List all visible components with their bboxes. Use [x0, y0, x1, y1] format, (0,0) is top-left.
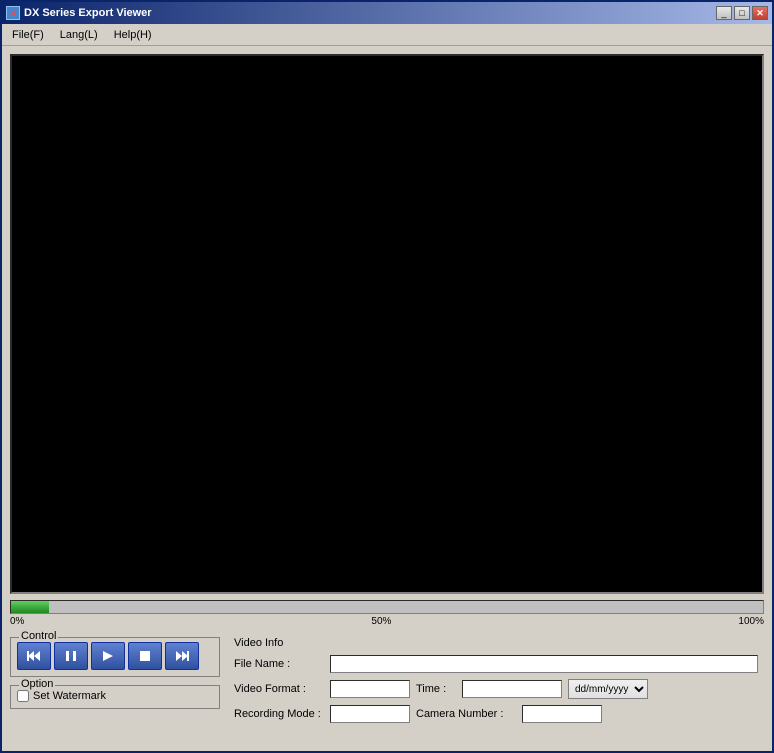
menu-lang[interactable]: Lang(L) — [52, 27, 106, 43]
time-label: Time : — [416, 683, 456, 695]
date-format-select[interactable]: dd/mm/yyyy mm/dd/yyyy yyyy/mm/dd — [568, 679, 648, 699]
title-bar-buttons: _ □ ✕ — [716, 6, 768, 20]
recording-mode-label: Recording Mode : — [234, 708, 324, 720]
camera-number-input[interactable] — [522, 705, 602, 723]
progress-track[interactable] — [10, 600, 764, 614]
title-bar: ✕ DX Series Export Viewer _ □ ✕ — [2, 2, 772, 24]
progress-label-end: 100% — [738, 616, 764, 627]
menu-file[interactable]: File(F) — [4, 27, 52, 43]
recording-mode-input[interactable] — [330, 705, 410, 723]
app-icon: ✕ — [6, 6, 20, 20]
main-content: 0% 50% 100% Control — [2, 46, 772, 751]
rewind-button[interactable] — [17, 642, 51, 670]
progress-container: 0% 50% 100% — [10, 600, 764, 627]
progress-label-start: 0% — [10, 616, 24, 627]
maximize-button[interactable]: □ — [734, 6, 750, 20]
file-name-row: File Name : — [234, 655, 758, 673]
watermark-checkbox[interactable] — [17, 690, 29, 702]
video-info-label: Video Info — [234, 637, 758, 649]
menu-bar: File(F) Lang(L) Help(H) — [2, 24, 772, 46]
progress-labels: 0% 50% 100% — [10, 616, 764, 627]
time-input[interactable] — [462, 680, 562, 698]
camera-number-label: Camera Number : — [416, 708, 516, 720]
window-title: DX Series Export Viewer — [24, 7, 152, 19]
stop-button[interactable] — [128, 642, 162, 670]
option-label: Option — [19, 678, 55, 690]
video-format-label: Video Format : — [234, 683, 324, 695]
watermark-label[interactable]: Set Watermark — [33, 690, 106, 702]
main-window: ✕ DX Series Export Viewer _ □ ✕ File(F) … — [0, 0, 774, 753]
bottom-panels: Control — [10, 633, 764, 743]
menu-help[interactable]: Help(H) — [106, 27, 160, 43]
stop-icon — [137, 649, 153, 663]
fast-forward-icon — [174, 649, 190, 663]
info-panel: Video Info File Name : Video Format : Ti… — [228, 633, 764, 743]
rewind-icon — [26, 649, 42, 663]
play-icon — [100, 649, 116, 663]
video-format-input[interactable] — [330, 680, 410, 698]
pause-button[interactable] — [54, 642, 88, 670]
play-button[interactable] — [91, 642, 125, 670]
minimize-button[interactable]: _ — [716, 6, 732, 20]
watermark-row: Set Watermark — [17, 690, 213, 702]
fast-forward-button[interactable] — [165, 642, 199, 670]
option-panel: Option Set Watermark — [10, 685, 220, 709]
title-bar-left: ✕ DX Series Export Viewer — [6, 6, 152, 20]
file-name-label: File Name : — [234, 658, 324, 670]
file-name-input[interactable] — [330, 655, 758, 673]
progress-fill — [11, 601, 49, 613]
progress-label-mid: 50% — [371, 616, 391, 627]
pause-icon — [63, 649, 79, 663]
recording-camera-row: Recording Mode : Camera Number : — [234, 705, 758, 723]
transport-buttons — [17, 642, 213, 670]
control-label: Control — [19, 630, 58, 642]
video-format-time-row: Video Format : Time : dd/mm/yyyy mm/dd/y… — [234, 679, 758, 699]
close-button[interactable]: ✕ — [752, 6, 768, 20]
video-display — [10, 54, 764, 594]
control-panel: Control — [10, 637, 220, 677]
